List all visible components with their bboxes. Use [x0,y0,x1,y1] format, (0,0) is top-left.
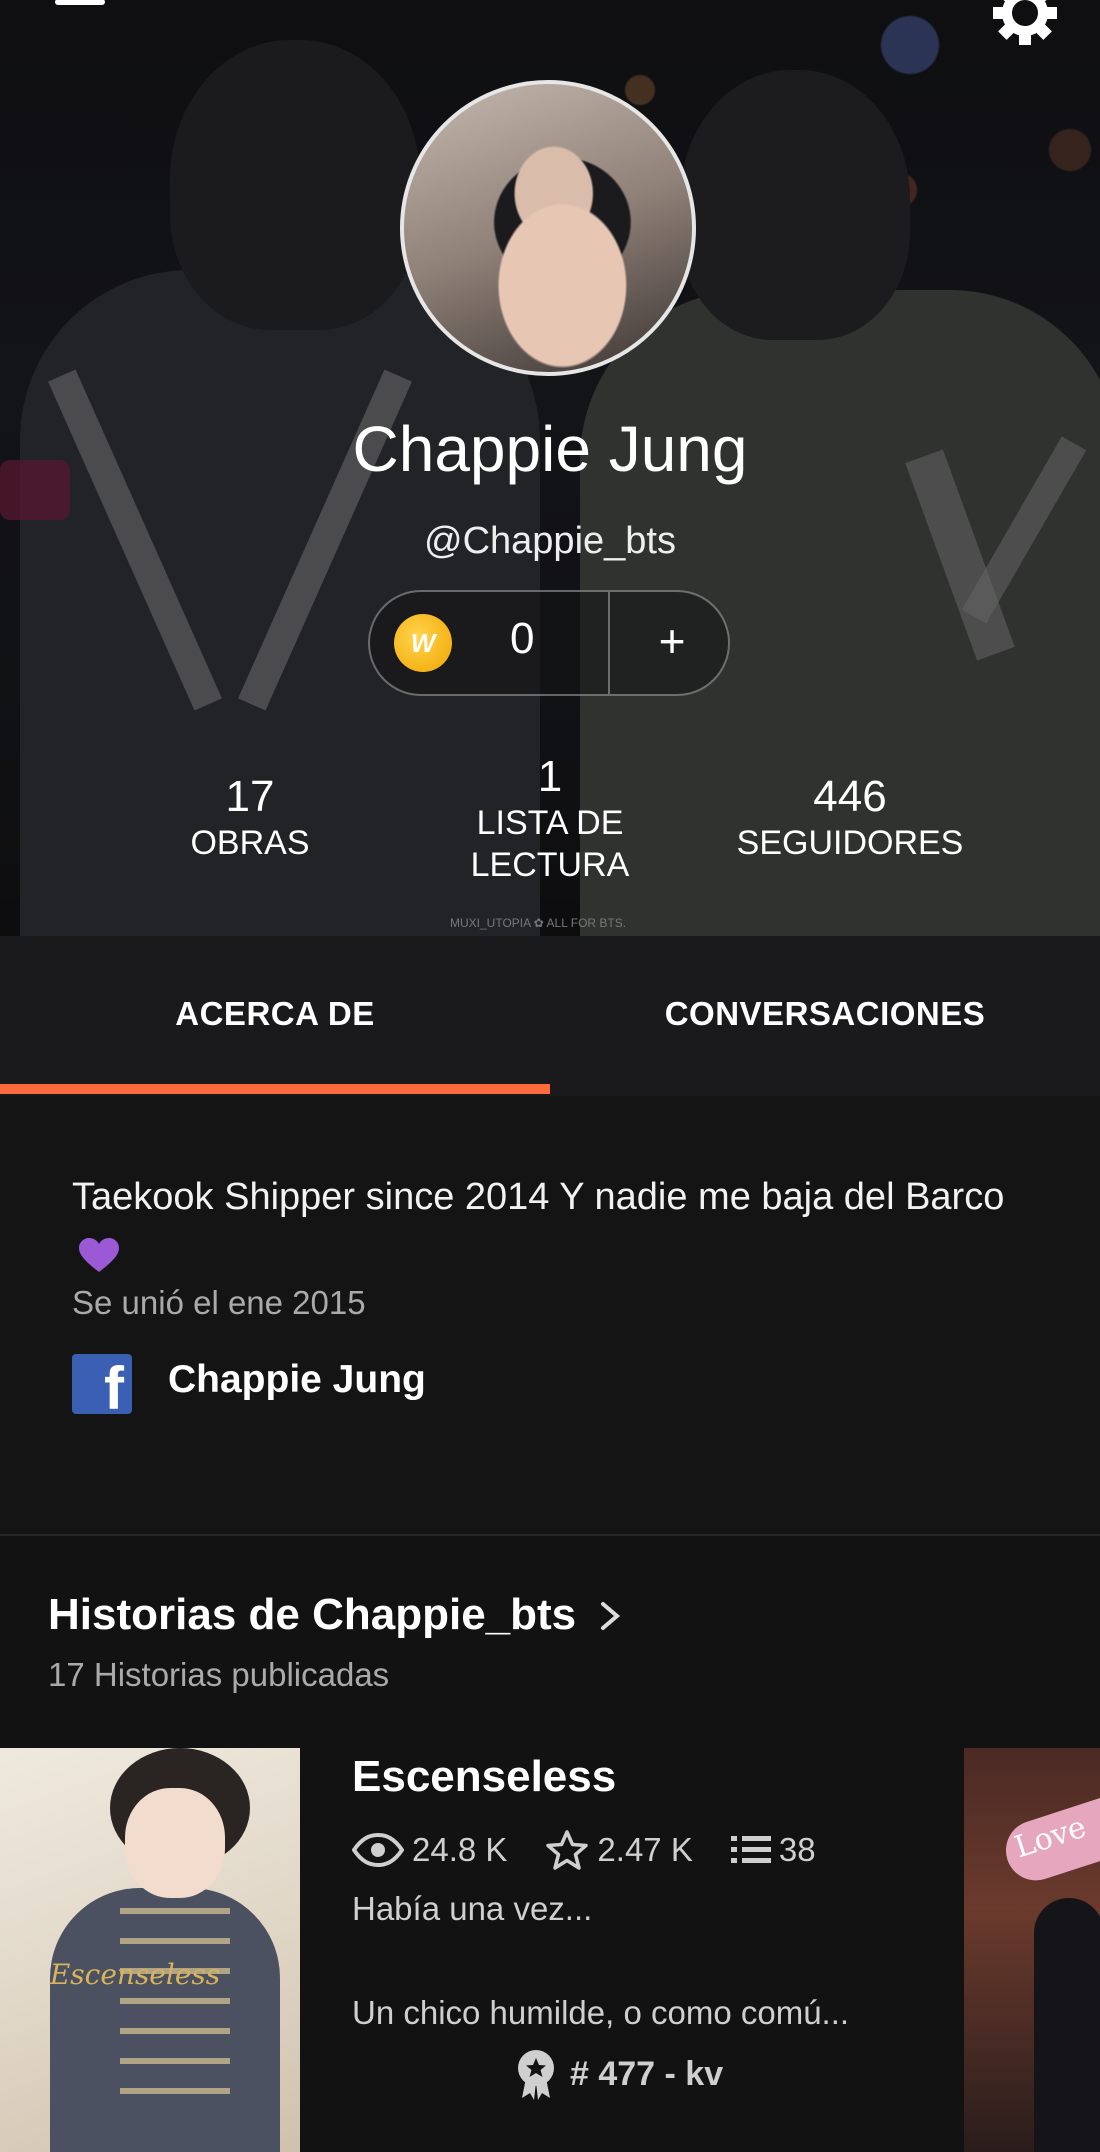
stat-works-value: 17 [225,772,275,821]
ranking-badge-icon [518,2050,554,2100]
joined-date: Se unió el ene 2015 [72,1284,366,1321]
add-coins-button[interactable]: + [632,606,712,676]
coin-divider [608,592,610,694]
stat-followers-value: 446 [813,772,887,821]
profile-handle: @Chappie_bts [424,520,676,562]
stories-count: 17 Historias publicadas [48,1656,390,1693]
parts-stat: 38 [730,1831,816,1869]
bio-content: Taekook Shipper since 2014 Y nadie me ba… [72,1176,1005,1218]
stat-reading-lists[interactable]: 1 LISTA DE LECTURA [440,752,660,886]
stat-works-label: OBRAS [190,824,310,862]
stat-works[interactable]: 17 OBRAS [170,772,330,864]
stat-reading-lists-label-2: LECTURA [470,846,630,884]
settings-gear-icon[interactable] [990,0,1060,48]
stat-reading-lists-value: 1 [537,752,563,801]
purple-heart-icon [79,1238,119,1272]
eye-icon [352,1833,404,1867]
story-description-line-2: Un chico humilde, o como comú... [352,1994,850,2031]
bio-text: Taekook Shipper since 2014 Y nadie me ba… [72,1168,1032,1286]
story-title[interactable]: Escenseless [352,1752,616,1802]
reads-stat: 24.8 K [352,1831,507,1869]
story-cover[interactable]: Escenseless [0,1748,300,2152]
story-description-line-1: Había una vez... [352,1890,593,1927]
back-arrow-icon[interactable] [50,0,110,42]
facebook-link[interactable]: Chappie Jung [168,1358,426,1402]
section-divider [0,1534,1100,1536]
parts-count: 38 [778,1831,816,1868]
stories-section-title[interactable]: Historias de Chappie_bts [48,1590,576,1640]
about-section: Taekook Shipper since 2014 Y nadie me ba… [0,1096,1100,1536]
votes-stat: 2.47 K [545,1829,693,1871]
stat-followers-label: SEGUIDORES [736,824,964,862]
ranking-text: # 477 - kv [570,2054,724,2093]
facebook-icon[interactable]: f [72,1354,132,1414]
votes-count: 2.47 K [597,1831,693,1868]
tab-about[interactable]: ACERCA DE [0,936,550,1091]
list-icon [730,1836,771,1863]
tab-conversations[interactable]: CONVERSACIONES [550,936,1100,1091]
coin-icon: W [394,614,452,672]
cover-art-figure [1034,1898,1100,2152]
profile-tabs: ACERCA DE CONVERSACIONES [0,936,1100,1096]
cover-art-detail [120,1908,230,2108]
story-ranking[interactable]: # 477 - kv [514,2048,723,2100]
cover-watermark: MUXI_UTOPIA ✿ ALL FOR BTS. [450,916,627,930]
coin-balance: 0 [510,614,535,663]
story-cover-next[interactable]: Love [964,1748,1100,2152]
stat-followers[interactable]: 446 SEGUIDORES [730,772,970,864]
star-icon [546,1830,589,1870]
coin-wallet[interactable]: W 0 + [368,590,730,696]
profile-name: Chappie Jung [352,413,748,485]
reads-count: 24.8 K [412,1831,508,1868]
active-tab-indicator [0,1084,550,1094]
stat-reading-lists-label-1: LISTA DE [476,804,624,842]
story-stats: 24.8 K 2.47 K 38 [352,1824,854,1876]
profile-avatar[interactable] [400,80,696,376]
cover-title-text: Escenseless [49,1958,221,1991]
chevron-right-icon[interactable] [595,1596,625,1636]
cover-art-face [125,1788,225,1898]
